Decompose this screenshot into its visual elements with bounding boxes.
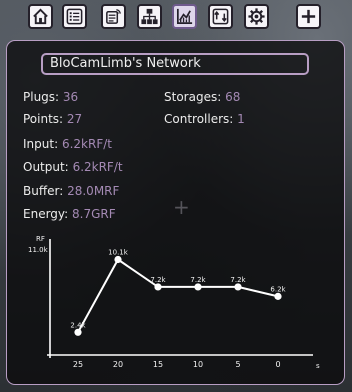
crosshair-cursor: + [173,195,190,219]
list-icon [66,8,83,25]
stats-button[interactable] [172,4,197,29]
settings-button[interactable] [244,4,269,29]
x-tick-label: 10 [193,360,203,369]
stat-energy-label: Energy: [23,207,69,221]
stat-storages: Storages: 68 [164,90,240,104]
stat-input-label: Input: [23,137,59,151]
x-tick-label: 5 [235,360,240,369]
stat-points-label: Points: [23,112,64,126]
stat-plugs: Plugs: 36 [23,90,78,104]
x-axis-label: s [316,362,320,370]
x-tick-label: 20 [113,360,123,369]
y-axis-label: RF [36,235,45,243]
data-label: 7.2k [230,276,246,284]
transfer-button[interactable] [208,4,233,29]
data-label: 2.4k [70,321,86,329]
data-point [154,283,162,291]
data-point [274,292,282,300]
data-point [74,328,82,336]
stat-plugs-label: Plugs: [23,90,60,104]
data-label: 6.2k [270,285,286,293]
stat-storages-value: 68 [225,90,241,104]
hierarchy-button[interactable] [137,4,162,29]
stat-output: Output: 6.2kRF/t [23,160,123,174]
stat-controllers: Controllers: 1 [164,112,245,126]
stat-buffer-label: Buffer: [23,184,64,198]
stat-storages-label: Storages: [164,90,222,104]
list-button[interactable] [62,4,87,29]
stat-input: Input: 6.2kRF/t [23,137,112,151]
data-label: 7.2k [190,276,206,284]
device-button[interactable] [101,4,126,29]
stat-energy: Energy: 8.7GRF [23,207,116,221]
home-icon [33,8,48,25]
data-point [194,283,202,291]
plus-icon [301,9,316,24]
y-max-label: 11.0k [28,246,49,254]
stat-output-value: 6.2kRF/t [72,160,123,174]
data-label: 10.1k [108,249,129,257]
stat-controllers-label: Controllers: [164,112,234,126]
toolbar [0,0,352,36]
add-network-button[interactable] [296,4,321,29]
stat-energy-value: 8.7GRF [72,207,116,221]
x-tick-label: 0 [275,360,280,369]
network-name-field[interactable]: BloCamLimb's Network [41,53,309,75]
stat-buffer: Buffer: 28.0MRF [23,184,119,198]
stat-points: Points: 27 [23,112,82,126]
stat-output-label: Output: [23,160,69,174]
series-line [77,258,279,333]
stat-controllers-value: 1 [237,112,245,126]
network-panel: BloCamLimb's Network Plugs: 36 Points: 2… [6,40,345,385]
transfer-icon [212,8,229,25]
home-button[interactable] [28,4,53,29]
x-tick-label: 15 [153,360,163,369]
gear-icon [248,8,265,25]
stat-plugs-value: 36 [62,90,79,104]
stat-points-value: 27 [66,112,83,126]
data-label: 7.2k [150,276,166,284]
stats-chart-icon [176,8,193,25]
device-icon [106,9,121,24]
stat-buffer-value: 28.0MRF [67,184,120,198]
x-tick-label: 25 [73,360,83,369]
data-point [234,283,242,291]
energy-line-chart: RF 11.0k s 25 20 15 10 5 0 2.4k 10.1k 7.2k 7.2k 7.2k 6… [28,235,320,370]
stat-input-value: 6.2kRF/t [61,137,112,151]
data-point [114,255,122,264]
hierarchy-icon [141,8,158,25]
